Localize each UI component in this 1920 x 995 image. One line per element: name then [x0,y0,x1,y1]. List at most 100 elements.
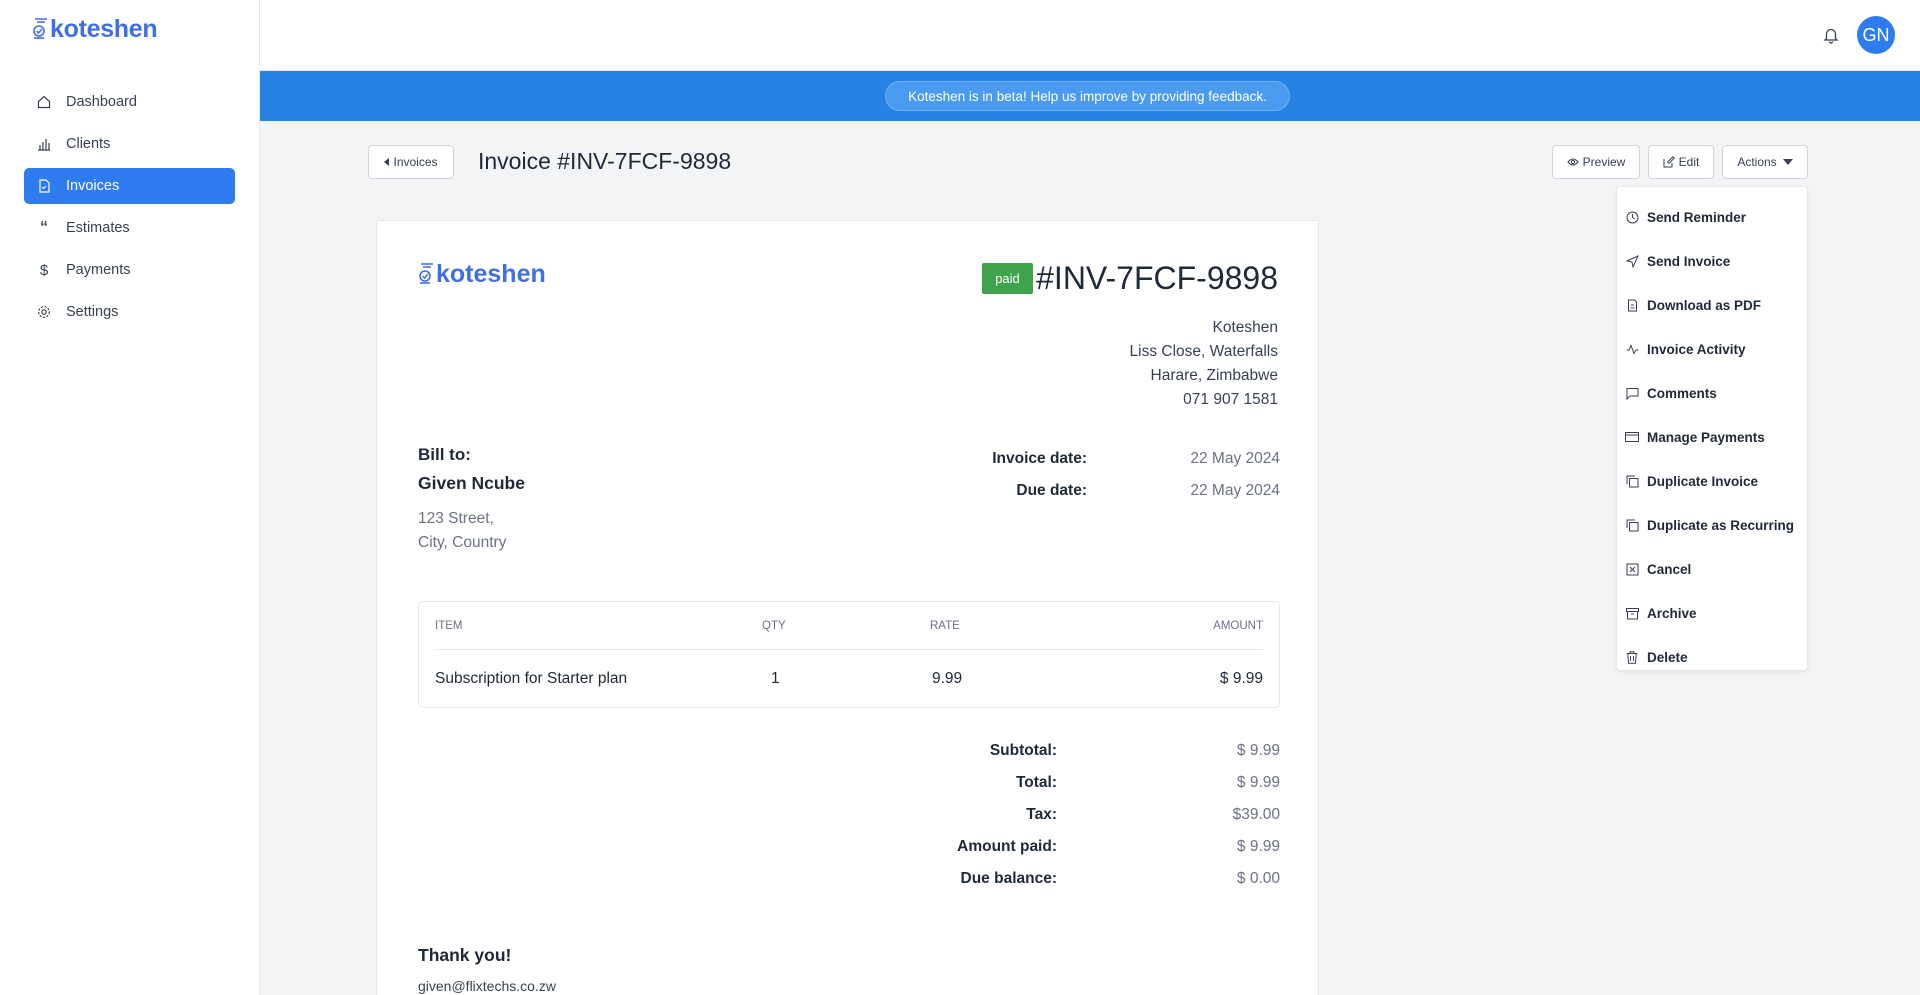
menu-item-cancel[interactable]: Cancel [1617,547,1807,591]
tax-row: Tax: $39.00 [857,799,1280,831]
invoice-logo: koteshen [418,261,546,287]
menu-item-label: Cancel [1647,561,1692,577]
invoice-number: #INV-7FCF-9898 [1036,260,1278,296]
sidebar-item-label: Settings [66,304,119,320]
company-address: Koteshen Liss Close, Waterfalls Harare, … [1130,316,1278,412]
bill-to-label: Bill to: [418,445,471,464]
invoice-dates: Invoice date: 22 May 2024 Due date: 22 M… [937,443,1280,507]
total-label: Total: [1015,774,1057,791]
menu-item-label: Send Invoice [1647,253,1731,269]
total-value: $ 9.99 [1236,774,1280,791]
menu-item-duplicate-invoice[interactable]: Duplicate Invoice [1617,459,1807,503]
menu-item-label: Delete [1647,649,1688,665]
edit-button-label: Edit [1678,155,1700,169]
table-header: ITEM QTY RATE AMOUNT [435,602,1263,650]
menu-item-manage-payments[interactable]: Manage Payments [1617,415,1807,459]
back-to-invoices-button[interactable]: Invoices [368,145,454,179]
item-qty: 1 [771,670,780,687]
menu-item-label: Download as PDF [1647,297,1762,313]
notifications-bell-icon[interactable] [1822,26,1840,44]
sidebar-nav: Dashboard Clients Invoices “ Estimates $… [24,84,235,336]
comment-icon [1625,386,1639,400]
beta-feedback-link[interactable]: Koteshen is in beta! Help us improve by … [885,81,1290,111]
subtotal-label: Subtotal: [989,742,1057,759]
invoice-date-value: 22 May 2024 [1190,450,1280,467]
column-header-amount: AMOUNT [1213,619,1263,632]
table-row: Subscription for Starter plan 1 9.99 $ 9… [435,650,1263,708]
caret-down-icon [1782,159,1793,165]
sidebar-item-dashboard[interactable]: Dashboard [24,84,235,120]
sidebar-item-settings[interactable]: Settings [24,294,235,330]
menu-item-label: Send Reminder [1647,209,1747,225]
due-balance-row: Due balance: $ 0.00 [857,863,1280,895]
menu-item-duplicate-recurring[interactable]: Duplicate as Recurring [1617,503,1807,547]
menu-item-label: Duplicate Invoice [1647,473,1759,489]
activity-icon [1625,342,1639,356]
client-address: 123 Street, City, Country [418,507,506,555]
sidebar-item-label: Invoices [66,178,120,194]
quote-icon: “ [40,219,48,236]
contact-email: given@flixtechs.co.zw [418,978,556,994]
user-avatar[interactable]: GN [1857,16,1895,54]
app-logo[interactable]: koteshen [32,15,158,43]
caret-left-icon [384,158,390,166]
menu-item-label: Duplicate as Recurring [1647,517,1795,533]
menu-item-send-invoice[interactable]: Send Invoice [1617,239,1807,283]
subtotal-row: Subtotal: $ 9.99 [857,735,1280,767]
client-address-line: City, Country [418,534,507,551]
beta-banner: Koteshen is in beta! Help us improve by … [260,71,1920,121]
sidebar-item-payments[interactable]: $ Payments [24,252,235,288]
home-icon [36,94,52,110]
sidebar-item-label: Dashboard [66,94,137,110]
menu-item-invoice-activity[interactable]: Invoice Activity [1617,327,1807,371]
line-items-table: ITEM QTY RATE AMOUNT Subscription for St… [418,601,1280,708]
company-phone: 071 907 1581 [1183,391,1278,408]
preview-button-label: Preview [1582,155,1626,169]
column-header-rate: RATE [930,619,960,632]
total-row: Total: $ 9.99 [857,767,1280,799]
client-address-line: 123 Street, [418,510,494,527]
logo-text: koteshen [50,15,158,43]
chart-icon [36,136,52,152]
actions-button-label: Actions [1737,155,1777,169]
menu-item-download-pdf[interactable]: Download as PDF [1617,283,1807,327]
dollar-icon: $ [39,261,49,279]
item-description: Subscription for Starter plan [435,670,628,687]
sidebar-item-label: Clients [66,136,111,152]
item-amount: $ 9.99 [1219,670,1263,687]
menu-item-send-reminder[interactable]: Send Reminder [1617,195,1807,239]
amount-paid-value: $ 9.99 [1236,838,1280,855]
menu-item-comments[interactable]: Comments [1617,371,1807,415]
totals-section: Subtotal: $ 9.99 Total: $ 9.99 Tax: $39.… [857,735,1280,895]
due-balance-label: Due balance: [960,870,1057,887]
copy-icon [1625,518,1639,532]
column-header-item: ITEM [435,619,463,632]
credit-card-icon [1625,430,1639,444]
column-header-qty: QTY [762,619,786,632]
logo-icon [419,263,433,284]
actions-dropdown-button[interactable]: Actions [1722,145,1808,179]
send-icon [1625,254,1639,268]
menu-item-label: Comments [1647,385,1717,401]
menu-item-delete[interactable]: Delete [1617,635,1807,679]
invoice-date-row: Invoice date: 22 May 2024 [937,443,1280,475]
due-date-label: Due date: [1016,482,1087,499]
sidebar-item-clients[interactable]: Clients [24,126,235,162]
sidebar-item-estimates[interactable]: “ Estimates [24,210,235,246]
sidebar: koteshen Dashboard Clients Invoices “ Es… [0,0,260,995]
edit-button[interactable]: Edit [1648,145,1714,179]
tax-label: Tax: [1026,806,1057,823]
logo-icon [33,18,47,39]
sidebar-item-invoices[interactable]: Invoices [24,168,235,204]
actions-menu: Send Reminder Send Invoice Download as P… [1616,186,1808,671]
gear-icon [36,304,52,320]
menu-item-label: Manage Payments [1647,429,1765,445]
trash-icon [1625,650,1639,664]
close-box-icon [1625,562,1639,576]
eye-icon [1567,158,1579,166]
menu-item-archive[interactable]: Archive [1617,591,1807,635]
tax-value: $39.00 [1232,806,1280,823]
preview-button[interactable]: Preview [1552,145,1640,179]
due-balance-value: $ 0.00 [1236,870,1280,887]
copy-icon [1625,474,1639,488]
